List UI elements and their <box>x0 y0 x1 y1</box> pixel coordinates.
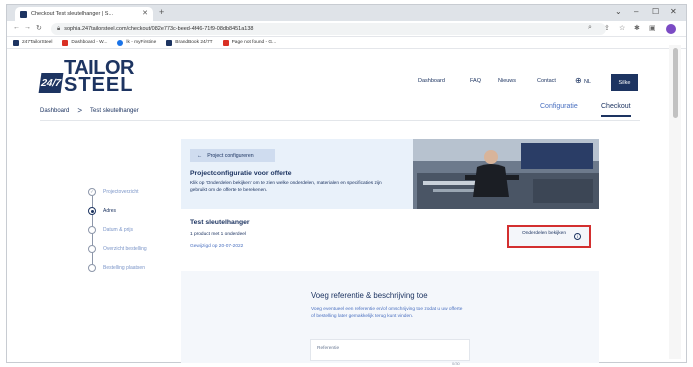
step-indicator: ✓ <box>88 188 96 196</box>
onderdelen-bekijken-button[interactable]: Onderdelen bekijken i <box>507 225 591 248</box>
product-subtitle: 1 product met 1 onderdeel <box>190 232 247 237</box>
onderdelen-bekijken-label: Onderdelen bekijken <box>521 231 566 236</box>
bookmark-item[interactable]: Dashboard - W... <box>62 39 107 46</box>
close-tab-icon[interactable]: ✕ <box>142 9 148 17</box>
nav-contact[interactable]: Contact <box>537 78 556 84</box>
maximize-icon[interactable]: ☐ <box>652 7 659 16</box>
step-indicator <box>88 264 96 272</box>
nav-dashboard[interactable]: Dashboard <box>418 78 445 84</box>
factory-photo <box>413 139 599 209</box>
new-tab-icon[interactable]: + <box>159 7 164 17</box>
logo-line2: STEEL <box>64 74 134 96</box>
step-projectoverzicht[interactable]: ✓ Projectoverzicht <box>88 188 139 196</box>
nav-nieuws[interactable]: Nieuws <box>498 78 516 84</box>
factory-photo-illustration <box>413 139 599 209</box>
globe-icon: ⊕ <box>575 76 582 85</box>
bookmark-icon <box>117 39 124 46</box>
step-bestelling-plaatsen[interactable]: Bestelling plaatsen <box>88 264 145 272</box>
bookmark-icon <box>166 39 173 46</box>
back-icon[interactable]: ← <box>13 24 20 31</box>
reference-title: Voeg referentie & beschrijving toe <box>311 291 428 300</box>
bookmark-item[interactable]: Page not found - G... <box>222 39 276 46</box>
step-indicator <box>88 226 96 234</box>
chevron-right-icon: > <box>77 106 83 115</box>
scrollbar-thumb[interactable] <box>673 48 678 118</box>
bookmark-icon <box>222 39 229 46</box>
zoom-icon[interactable]: ⌕ <box>588 24 592 32</box>
sidebar-icon[interactable]: ▣ <box>649 24 656 32</box>
reference-input[interactable]: Referentie <box>310 339 470 361</box>
bookmark-item[interactable]: BrandBook 24/7T <box>166 39 213 46</box>
breadcrumb-dashboard[interactable]: Dashboard <box>40 108 69 114</box>
info-icon: i <box>574 233 581 240</box>
extensions-icon[interactable]: ✱ <box>634 24 640 32</box>
arrow-left-icon: ← <box>197 152 203 159</box>
tab-title: Checkout Test sleutelhanger | S... <box>31 11 114 17</box>
browser-tab[interactable]: Checkout Test sleutelhanger | S... ✕ <box>15 7 153 21</box>
bookmark-icon <box>62 39 69 46</box>
tab-checkout[interactable]: Checkout <box>601 103 631 117</box>
tab-bar: Checkout Test sleutelhanger | S... ✕ + ⌄… <box>7 5 686 21</box>
step-indicator <box>88 207 96 215</box>
url-text: sophia.247tailorsteel.com/checkout/082e7… <box>64 26 254 32</box>
close-window-icon[interactable]: ✕ <box>670 7 677 16</box>
language-label: NL <box>583 79 591 85</box>
bookmark-item[interactable]: 247TailorSteel <box>13 39 52 46</box>
bookmark-item[interactable]: lk - myFirstine <box>117 39 156 46</box>
step-overzicht-bestelling[interactable]: Overzicht bestelling <box>88 245 147 253</box>
project-config-description: Klik op 'Onderdelen bekijken' om te zien… <box>190 181 382 193</box>
bookmarks-bar: 247TailorSteel Dashboard - W... lk - myF… <box>7 37 686 49</box>
profile-avatar[interactable] <box>666 24 676 34</box>
breadcrumb: Dashboard > Test sleutelhanger <box>40 106 139 115</box>
chevron-down-icon[interactable]: ⌄ <box>615 7 622 16</box>
language-selector[interactable]: ⊕ NL <box>575 76 591 85</box>
product-title: Test sleutelhanger <box>190 219 250 226</box>
step-indicator <box>88 245 96 253</box>
breadcrumb-current: Test sleutelhanger <box>90 107 139 114</box>
user-button[interactable]: Silke <box>611 74 638 91</box>
step-adres[interactable]: Adres <box>88 207 116 215</box>
tailorsteel-logo[interactable]: 24/7 TAILOR STEEL <box>38 58 160 96</box>
bookmark-icon <box>13 39 19 46</box>
reference-description: Voeg eventueel een referentie en/of omsc… <box>311 307 463 319</box>
favicon-icon <box>20 10 27 18</box>
reload-icon[interactable]: ↻ <box>36 24 42 32</box>
project-configureren-button[interactable]: ← Project configureren <box>190 149 275 162</box>
project-config-card: ← Project configureren Projectconfigurat… <box>181 139 599 209</box>
lock-icon: 🔒︎ <box>57 25 61 32</box>
address-bar-row: ← → ↻ 🔒︎ sophia.247tailorsteel.com/check… <box>7 21 686 37</box>
project-configureren-label: Project configureren <box>207 152 254 159</box>
star-icon[interactable]: ☆ <box>619 24 625 32</box>
reference-input-label: Referentie <box>317 346 340 351</box>
minimize-icon[interactable]: – <box>634 7 638 16</box>
step-datum-prijs[interactable]: Datum & prijs <box>88 226 133 234</box>
reference-char-counter: 0/30 <box>452 361 460 366</box>
nav-faq[interactable]: FAQ <box>470 78 481 84</box>
forward-icon[interactable]: → <box>24 24 31 31</box>
logo-badge: 24/7 <box>38 73 64 93</box>
url-input[interactable]: 🔒︎ sophia.247tailorsteel.com/checkout/08… <box>51 23 606 35</box>
header-divider <box>40 120 640 121</box>
product-card: Test sleutelhanger 1 product met 1 onder… <box>181 211 599 261</box>
share-icon[interactable]: ⇪ <box>604 24 610 32</box>
project-config-title: Projectconfiguratie voor offerte <box>190 170 292 177</box>
tab-configuratie[interactable]: Configuratie <box>540 103 578 110</box>
product-modified-date: Gewijzigd op 20-07-2022 <box>190 244 244 249</box>
